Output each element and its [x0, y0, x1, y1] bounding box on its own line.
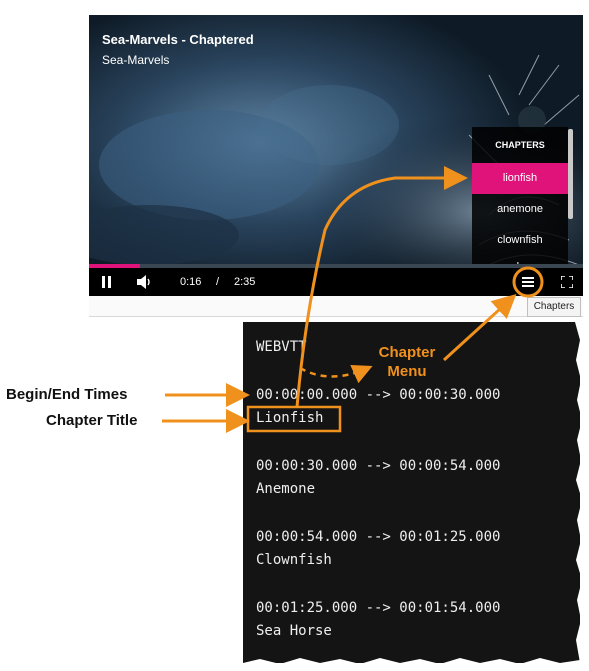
chapters-icon[interactable] [521, 275, 535, 289]
time-separator: / [216, 276, 220, 288]
duration: 2:35 [234, 276, 256, 288]
pause-icon[interactable] [102, 276, 112, 288]
label-chapter-menu: Chapter Menu [372, 343, 442, 381]
vtt-header: WEBVTT [256, 339, 307, 355]
video-subtitle: Sea-Marvels [102, 53, 170, 67]
vtt-cue-times-3: 00:00:54.000 --> 00:01:25.000 [256, 529, 501, 545]
vtt-cue-title-4: Sea Horse [256, 623, 332, 639]
chapters-menu-scrollbar[interactable] [568, 129, 573, 219]
fullscreen-icon[interactable] [561, 276, 573, 288]
chapters-tooltip: Chapters [527, 297, 581, 317]
vtt-cue-times-2: 00:00:30.000 --> 00:00:54.000 [256, 458, 501, 474]
vtt-cue-title-3: Clownfish [256, 552, 332, 568]
video-title: Sea-Marvels - Chaptered [102, 32, 254, 47]
video-player[interactable]: Sea-Marvels - Chaptered Sea-Marvels CHAP… [89, 15, 583, 296]
current-time: 0:16 [180, 276, 202, 288]
label-begin-end-times: Begin/End Times [6, 386, 128, 403]
chapter-item-clownfish[interactable]: clownfish [472, 225, 568, 256]
chapter-item-anemone[interactable]: anemone [472, 194, 568, 225]
vtt-cue-title-1: Lionfish [256, 410, 324, 426]
label-chapter-menu-line1: Chapter [378, 344, 436, 361]
volume-icon[interactable] [137, 275, 153, 289]
vtt-cue-times-1: 00:00:00.000 --> 00:00:30.000 [256, 387, 501, 403]
player-footer [89, 296, 583, 317]
vtt-cue-title-2: Anemone [256, 481, 316, 497]
control-bar: 0:16 / 2:35 [89, 268, 583, 296]
chapters-menu: CHAPTERS lionfish anemone clownfish sea … [472, 127, 568, 276]
label-chapter-title: Chapter Title [46, 412, 138, 429]
label-chapter-menu-line2: Menu [387, 363, 427, 380]
chapter-item-lionfish[interactable]: lionfish [472, 163, 568, 194]
chapters-menu-header: CHAPTERS [472, 127, 568, 163]
vtt-cue-times-4: 00:01:25.000 --> 00:01:54.000 [256, 600, 501, 616]
